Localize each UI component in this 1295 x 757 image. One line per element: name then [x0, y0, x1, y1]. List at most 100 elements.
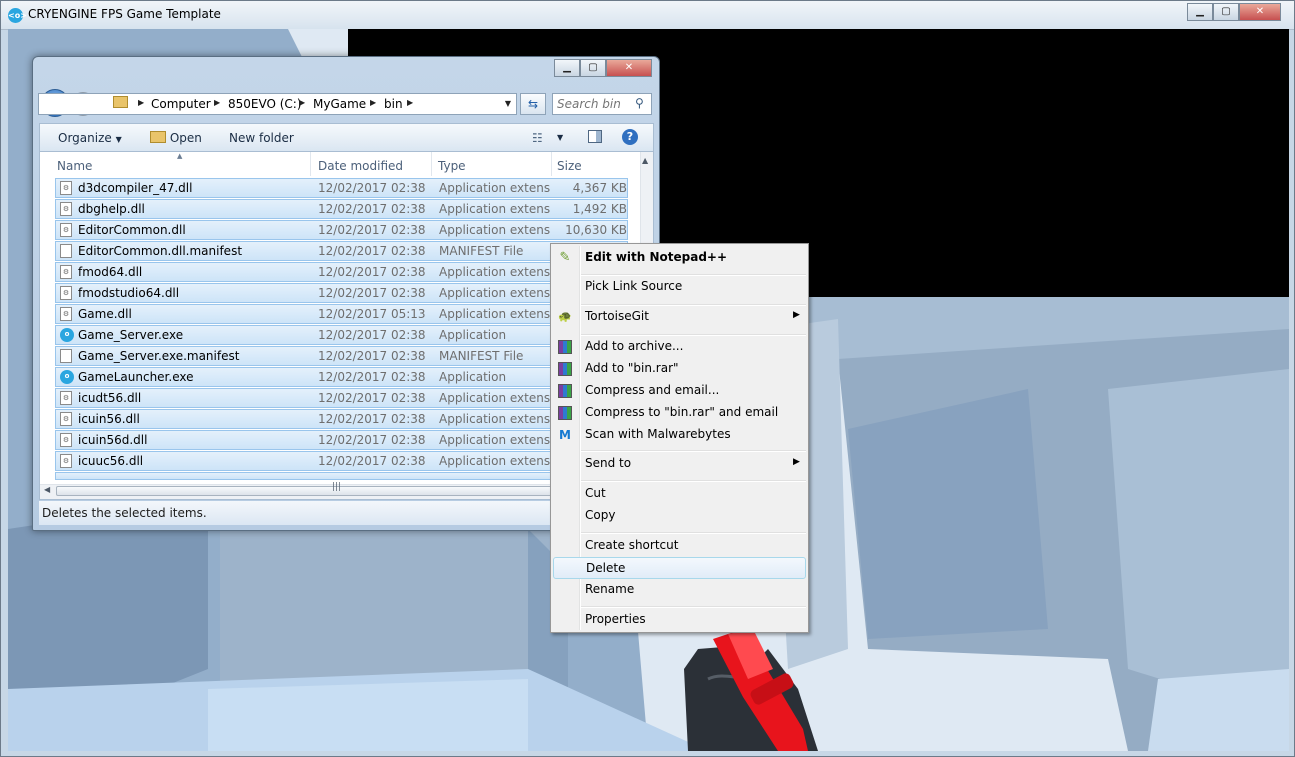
view-chevron-down-icon[interactable]: ▼ [557, 133, 563, 142]
breadcrumb-separator-icon[interactable]: ▶ [370, 98, 376, 107]
file-type: Application [439, 370, 507, 384]
breadcrumb-drive[interactable]: 850EVO (C:) [228, 97, 302, 111]
game-window-title: CRYENGINE FPS Game Template [28, 7, 221, 21]
menu-item-label: TortoiseGit [585, 309, 649, 323]
menu-item-label: Compress to "bin.rar" and email [585, 405, 779, 419]
dll-file-icon: ⚙ [60, 391, 72, 405]
breadcrumb-separator-icon[interactable]: ▶ [138, 98, 144, 107]
folder-icon [113, 96, 128, 108]
column-header-date[interactable]: Date modified [318, 156, 403, 176]
file-date: 12/02/2017 02:38 [318, 223, 426, 237]
winrar-icon [558, 340, 572, 354]
search-input[interactable] [557, 96, 633, 112]
submenu-arrow-icon: ▶ [793, 457, 800, 467]
menu-separator [581, 606, 806, 608]
explorer-close-button[interactable]: ✕ [606, 59, 652, 77]
explorer-minimize-button[interactable]: ▁ [554, 59, 580, 77]
menu-item-send-to[interactable]: Send to ▶ [553, 453, 806, 475]
column-header-type[interactable]: Type [438, 156, 466, 176]
breadcrumb-mygame[interactable]: MyGame [313, 97, 366, 111]
column-divider[interactable] [310, 152, 311, 176]
menu-item-create-shortcut[interactable]: Create shortcut [553, 535, 806, 557]
column-divider[interactable] [551, 152, 552, 176]
file-row[interactable]: ⚙ icuin56.dll 12/02/2017 02:38 Application … [55, 409, 628, 429]
command-bar: Organize ▼ Open New folder ☷ ▼ ? [39, 123, 654, 152]
new-folder-button[interactable]: New folder [229, 131, 294, 145]
file-row[interactable]: ⚙ icuin56d.dll 12/02/2017 02:38 Application… [55, 430, 628, 450]
scroll-left-icon[interactable]: ◀ [44, 485, 50, 494]
explorer-maximize-button[interactable]: ▢ [580, 59, 606, 77]
column-divider[interactable] [431, 152, 432, 176]
submenu-arrow-icon: ▶ [793, 310, 800, 320]
organize-button[interactable]: Organize ▼ [58, 131, 122, 145]
menu-item-compress-and-email[interactable]: Compress and email... [553, 380, 806, 402]
menu-item-rename[interactable]: Rename [553, 579, 806, 601]
status-text: Deletes the selected items. [42, 506, 207, 520]
file-row[interactable]: ⚙ fmodstudio64.dll 12/02/2017 02:38 Applica… [55, 283, 628, 303]
breadcrumb-bin[interactable]: bin [384, 97, 403, 111]
file-date: 12/02/2017 02:38 [318, 328, 426, 342]
view-options-icon[interactable]: ☷ [532, 131, 543, 145]
address-dropdown-icon[interactable]: ▼ [500, 94, 516, 114]
file-row[interactable]: o GameLauncher.exe 12/02/2017 02:38 Applica… [55, 367, 628, 387]
column-header-name[interactable]: Name [57, 156, 92, 176]
breadcrumb-computer[interactable]: Computer [151, 97, 211, 111]
file-name: Game_Server.exe.manifest [78, 349, 240, 363]
menu-item-copy[interactable]: Copy [553, 505, 806, 527]
file-date: 12/02/2017 02:38 [318, 202, 426, 216]
menu-item-pick-link-source[interactable]: Pick Link Source [553, 276, 806, 298]
preview-pane-icon[interactable] [588, 130, 602, 143]
menu-item-tortoisegit[interactable]: 🐢 TortoiseGit ▶ [553, 306, 806, 328]
file-type: Application extens... [439, 202, 551, 216]
dll-file-icon: ⚙ [60, 202, 72, 216]
file-row[interactable]: ⚙ icudt56.dll 12/02/2017 02:38 Application … [55, 388, 628, 408]
winrar-icon [558, 384, 572, 398]
menu-item-cut[interactable]: Cut [553, 483, 806, 505]
menu-item-edit-with-notepad[interactable]: ✎ Edit with Notepad++ [553, 247, 806, 269]
search-box[interactable]: ⚲ [552, 93, 652, 115]
game-maximize-button[interactable]: ▢ [1213, 3, 1239, 21]
cryengine-exe-icon: o [60, 328, 74, 342]
breadcrumb-separator-icon[interactable]: ▶ [299, 98, 305, 107]
file-row[interactable]: Game_Server.exe.manifest 12/02/2017 02:38… [55, 346, 628, 366]
menu-item-compress-to-bin-rar-and-email[interactable]: Compress to "bin.rar" and email [553, 402, 806, 424]
file-type: Application extens... [439, 286, 551, 300]
column-header-size[interactable]: Size [557, 156, 582, 176]
file-name: Game_Server.exe [78, 328, 184, 342]
file-type: Application extens... [439, 265, 551, 279]
horizontal-scroll-thumb[interactable] [56, 486, 566, 496]
menu-item-label: Send to [585, 456, 632, 470]
file-name: fmod64.dll [78, 265, 143, 279]
file-row[interactable]: ⚙ fmod64.dll 12/02/2017 02:38 Application e… [55, 262, 628, 282]
search-icon[interactable]: ⚲ [635, 96, 644, 110]
context-menu: ✎ Edit with Notepad++ Pick Link Source 🐢 Tor… [550, 243, 809, 633]
help-icon[interactable]: ? [622, 129, 638, 145]
file-row[interactable]: EditorCommon.dll.manifest 12/02/2017 02:3… [55, 241, 628, 261]
game-titlebar[interactable]: <o> CRYENGINE FPS Game Template [1, 1, 1294, 30]
menu-item-properties[interactable]: Properties [553, 609, 806, 631]
dll-file-icon: ⚙ [60, 307, 72, 321]
file-row[interactable]: ⚙ d3dcompiler_47.dll 12/02/2017 02:38 Appli… [55, 178, 628, 198]
file-row-partial[interactable] [55, 472, 628, 480]
menu-item-delete[interactable]: Delete [553, 557, 806, 579]
menu-item-scan-with-malwarebytes[interactable]: M Scan with Malwarebytes [553, 424, 806, 446]
menu-item-add-to-archive[interactable]: Add to archive... [553, 336, 806, 358]
menu-item-add-to-bin-rar[interactable]: Add to "bin.rar" [553, 358, 806, 380]
game-close-button[interactable]: ✕ [1239, 3, 1281, 21]
refresh-button[interactable]: ⇆ [520, 93, 546, 115]
scroll-up-icon[interactable]: ▲ [642, 156, 648, 165]
breadcrumb-separator-icon[interactable]: ▶ [407, 98, 413, 107]
file-row[interactable]: ⚙ icuuc56.dll 12/02/2017 02:38 Application … [55, 451, 628, 471]
file-size: 10,630 KB [565, 223, 627, 237]
breadcrumb-separator-icon[interactable]: ▶ [214, 98, 220, 107]
file-row[interactable]: ⚙ dbghelp.dll 12/02/2017 02:38 Application … [55, 199, 628, 219]
file-type: Application extens... [439, 454, 551, 468]
sort-ascending-icon: ▲ [177, 152, 183, 160]
file-row[interactable]: ⚙ Game.dll 12/02/2017 05:13 Application ext… [55, 304, 628, 324]
dll-file-icon: ⚙ [60, 433, 72, 447]
open-button[interactable]: Open [150, 131, 202, 145]
game-minimize-button[interactable]: ▁ [1187, 3, 1213, 21]
file-row[interactable]: ⚙ EditorCommon.dll 12/02/2017 02:38 Applica… [55, 220, 628, 240]
file-date: 12/02/2017 05:13 [318, 307, 426, 321]
file-row[interactable]: o Game_Server.exe 12/02/2017 02:38 Applicat… [55, 325, 628, 345]
